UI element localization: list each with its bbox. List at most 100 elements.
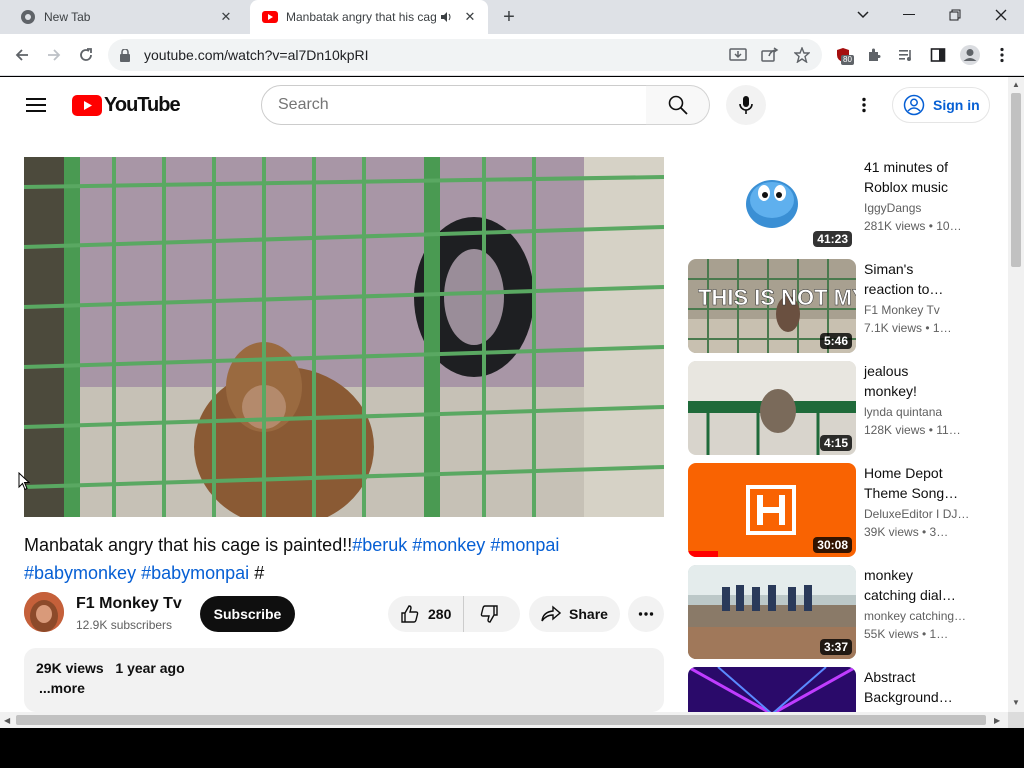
hashtag-link[interactable]: #monpai (490, 535, 559, 555)
recommendation-stats: 55K views • 1… (864, 627, 949, 641)
channel-name[interactable]: F1 Monkey Tv (76, 595, 182, 613)
like-count: 280 (428, 606, 452, 622)
recommendation-title[interactable]: Siman's reaction to… (864, 259, 974, 299)
video-duration: 4:15 (819, 435, 852, 451)
recommendation-stats: 128K views • 11… (864, 423, 961, 437)
lock-icon[interactable] (120, 48, 134, 62)
sign-in-label: Sign in (933, 97, 980, 113)
browser-menu-icon[interactable] (990, 43, 1014, 67)
thumbs-down-icon (481, 605, 499, 623)
forward-arrow-icon[interactable] (42, 43, 66, 67)
recommendation-item[interactable]: 4:15 jealous monkey! lynda quintana 128K … (688, 361, 998, 455)
youtube-wordmark: YouTube (104, 94, 181, 116)
recommendation-title[interactable]: Abstract Background… (864, 667, 974, 707)
recommendation-item[interactable]: Abstract Background… (688, 667, 998, 712)
settings-more-icon[interactable] (852, 93, 876, 117)
recommendation-thumbnail[interactable]: 41:23 (688, 157, 856, 251)
tab-close-icon[interactable]: ✕ (216, 7, 236, 27)
youtube-page: YouTube Search Sign in Manbatak angry th… (0, 77, 1008, 712)
microphone-icon (739, 96, 753, 114)
extension-shield-icon[interactable]: 80 (831, 43, 855, 67)
recommendation-item[interactable]: 41:23 41 minutes of Roblox music IggyDang… (688, 157, 998, 251)
video-title-text: Manbatak angry that his cage is painted!… (24, 535, 353, 555)
scrollbar-thumb[interactable] (16, 715, 986, 725)
recommendation-title[interactable]: monkey catching dial… (864, 565, 974, 605)
channel-avatar[interactable] (24, 592, 64, 632)
minimize-icon[interactable] (886, 0, 932, 30)
share-page-icon[interactable] (759, 44, 781, 66)
recommendation-channel: monkey catching… (864, 609, 967, 623)
restore-icon[interactable] (932, 0, 978, 30)
recommendation-thumbnail[interactable] (688, 667, 856, 712)
side-panel-icon[interactable] (926, 43, 950, 67)
recommendation-thumbnail[interactable]: 30:08 (688, 463, 856, 557)
search-input[interactable]: Search (261, 85, 647, 125)
chrome-icon (20, 9, 36, 25)
hashtag-link[interactable]: #babymonpai (141, 563, 249, 583)
recommendation-channel: DeluxeEditor I DJ… (864, 507, 970, 521)
video-duration: 5:46 (819, 333, 852, 349)
tab-search-chevron-icon[interactable] (840, 0, 886, 30)
recommendation-thumbnail[interactable]: 3:37 (688, 565, 856, 659)
recommendation-channel: F1 Monkey Tv (864, 303, 940, 317)
mouse-cursor-icon (18, 471, 31, 496)
like-button[interactable]: 280 (388, 596, 465, 632)
tab-new-tab[interactable]: New Tab ✕ (8, 0, 244, 34)
vertical-scrollbar[interactable]: ▲ ▼ (1008, 77, 1024, 712)
bookmark-star-icon[interactable] (791, 44, 813, 66)
recommendation-title[interactable]: Home Depot Theme Song… (864, 463, 974, 503)
show-more-link[interactable]: ...more (39, 680, 652, 696)
hashtag-link[interactable]: #babymonkey (24, 563, 136, 583)
recommendation-item[interactable]: THIS IS NOT MY SON! 5:46 Siman'sreaction… (688, 259, 998, 353)
more-actions-button[interactable] (628, 596, 664, 632)
description-box[interactable]: 29K views 1 year ago ...more (24, 648, 664, 712)
reload-icon[interactable] (74, 43, 98, 67)
window-close-icon[interactable] (978, 0, 1024, 30)
media-control-icon[interactable] (894, 43, 918, 67)
scrollbar-thumb[interactable] (1011, 93, 1021, 267)
video-player[interactable] (24, 157, 664, 517)
recommendation-stats: 39K views • 3… (864, 525, 949, 539)
search-button[interactable] (646, 85, 710, 125)
recommendation-channel: lynda quintana (864, 405, 943, 419)
back-arrow-icon[interactable] (10, 43, 34, 67)
tab-close-icon[interactable]: ✕ (460, 7, 480, 27)
youtube-favicon-icon (262, 9, 278, 25)
account-circle-icon (903, 94, 925, 116)
scroll-down-icon[interactable]: ▼ (1012, 699, 1020, 707)
recommendation-title[interactable]: jealous monkey! (864, 361, 974, 401)
recommendation-thumbnail[interactable]: 4:15 (688, 361, 856, 455)
scrollbar-corner (1008, 712, 1024, 728)
tab-title: Manbatak angry that his cag (286, 10, 437, 24)
extensions-puzzle-icon[interactable] (862, 43, 886, 67)
upload-age: 1 year ago (115, 660, 185, 676)
tab-youtube-video[interactable]: Manbatak angry that his cag ✕ (250, 0, 488, 34)
profile-avatar-icon[interactable] (958, 43, 982, 67)
audio-playing-icon[interactable] (440, 11, 454, 23)
video-duration: 30:08 (813, 537, 852, 553)
scroll-up-icon[interactable]: ▲ (1012, 81, 1020, 89)
recommendation-item[interactable]: 30:08 Home Depot Theme Song… DeluxeEditor… (688, 463, 998, 557)
install-app-icon[interactable] (727, 44, 749, 66)
horizontal-scrollbar[interactable]: ◀ ▶ (0, 712, 1008, 728)
scroll-left-icon[interactable]: ◀ (4, 716, 10, 725)
hashtag-link[interactable]: #monkey (412, 535, 485, 555)
share-button[interactable]: Share (529, 596, 620, 632)
new-tab-plus-icon[interactable]: + (498, 6, 520, 28)
screen-bottom-bar (0, 728, 1024, 768)
dislike-button[interactable] (464, 604, 514, 624)
recommendation-title[interactable]: 41 minutes of Roblox music (864, 157, 974, 197)
thumbs-up-icon (401, 605, 419, 623)
recommendation-item[interactable]: 3:37 monkey catching dial… monkey catchin… (688, 565, 998, 659)
recommendation-channel: IggyDangs (864, 201, 922, 215)
scroll-right-icon[interactable]: ▶ (994, 716, 1000, 725)
hashtag-link[interactable]: #beruk (352, 535, 407, 555)
voice-search-button[interactable] (726, 85, 766, 125)
sign-in-button[interactable]: Sign in (892, 87, 990, 123)
subscribe-button[interactable]: Subscribe (200, 596, 295, 632)
recommendation-thumbnail[interactable]: THIS IS NOT MY SON! 5:46 (688, 259, 856, 353)
thumbnail-overlay-text: THIS IS NOT MY SON! (698, 285, 856, 310)
youtube-logo[interactable]: YouTube (72, 94, 181, 117)
hamburger-menu-icon[interactable] (24, 93, 48, 117)
address-bar[interactable]: youtube.com/watch?v=al7Dn10kpRI (108, 39, 822, 71)
